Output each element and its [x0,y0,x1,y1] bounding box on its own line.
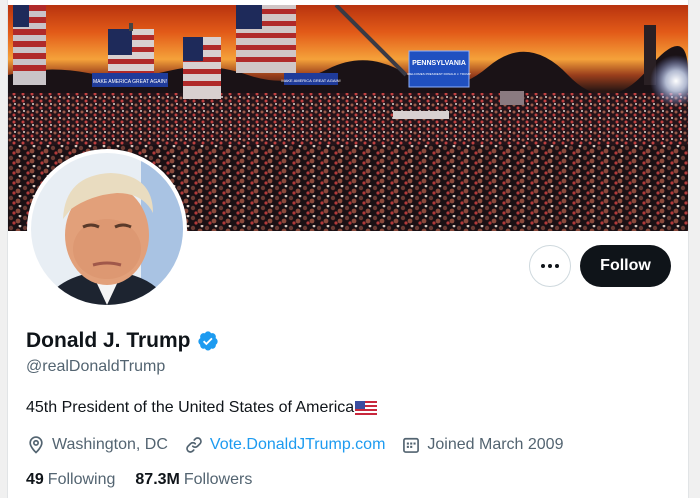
more-horizontal-icon [541,264,559,268]
link-icon [186,437,202,453]
profile-avatar[interactable] [27,149,187,309]
following-count: 49 [26,471,44,488]
followers-label: Followers [183,471,253,488]
bio-text: 45th President of the United States of A… [26,399,355,416]
more-options-button[interactable] [529,245,571,287]
followers-count: 87.3M [135,471,180,488]
avatar-image [31,153,183,305]
calendar-icon [403,437,420,453]
location-item: Washington, DC [26,435,168,455]
profile-meta: Washington, DC Vote.DonaldJTrump.com Joi… [26,435,579,455]
banner-podium-text-1: MAKE AMERICA GREAT AGAIN! [93,79,167,85]
website-link[interactable]: Vote.DonaldJTrump.com [210,436,385,454]
joined-item: Joined March 2009 [401,435,563,455]
banner-podium-text-2: MAKE AMERICA GREAT AGAIN! [281,78,340,83]
location-pin-icon [29,436,43,454]
location-text: Washington, DC [52,436,168,453]
website-item: Vote.DonaldJTrump.com [184,435,385,455]
banner-sign-main: PENNSYLVANIA [412,60,466,67]
display-name: Donald J. Trump [26,329,191,352]
following-link[interactable]: 49 Following [26,471,115,489]
profile-bio: 45th President of the United States of A… [26,399,378,417]
follow-button[interactable]: Follow [580,245,671,287]
user-handle: @realDonaldTrump [26,358,166,375]
profile-name-row: Donald J. Trump [26,329,219,353]
following-label: Following [47,471,116,488]
followers-link[interactable]: 87.3M Followers [135,471,252,489]
verified-badge-icon[interactable] [197,330,219,352]
window-scrollbar[interactable] [688,0,700,498]
profile-stats: 49 Following 87.3M Followers [26,471,272,489]
us-flag-emoji [355,400,378,416]
joined-text: Joined March 2009 [427,436,564,453]
banner-sign-sub: WELCOMES PRESIDENT DONALD J. TRUMP [407,72,470,76]
window-left-edge [0,0,8,498]
